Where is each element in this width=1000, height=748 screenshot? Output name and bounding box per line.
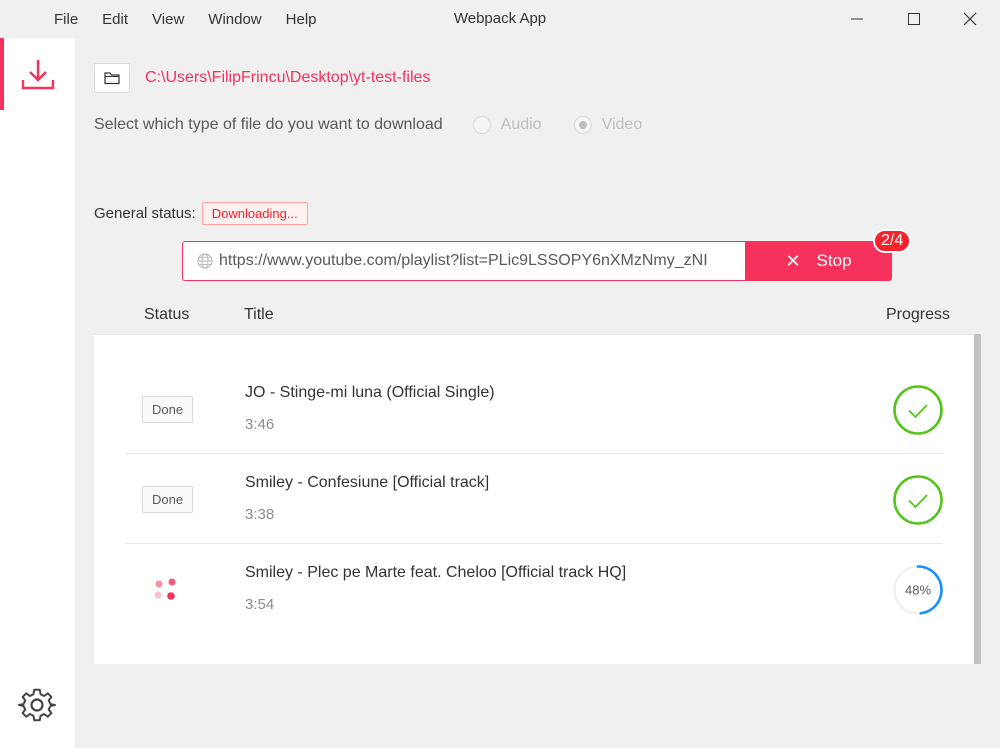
download-count-badge: 2/4 — [873, 229, 912, 253]
filetype-prompt: Select which type of file do you want to… — [94, 116, 443, 133]
track-title: JO - Stinge-mi luna (Official Single) — [245, 384, 495, 401]
stop-button-label: Stop — [816, 251, 852, 270]
general-status-label: General status: — [94, 205, 196, 222]
menu-file[interactable]: File — [54, 11, 78, 28]
sidebar-item-download[interactable] — [18, 56, 58, 96]
list-item: Done Smiley - Confesiune [Official track… — [125, 454, 943, 544]
title-bar: File Edit View Window Help Webpack App — [0, 0, 1000, 38]
download-icon — [21, 60, 55, 90]
table-header: Status Title Progress — [94, 296, 984, 334]
column-status: Status — [144, 306, 190, 323]
column-progress: Progress — [886, 306, 951, 323]
radio-audio[interactable]: Audio — [472, 116, 542, 134]
progress-percent: 48% — [905, 583, 931, 598]
radio-video-label: Video — [601, 116, 643, 133]
track-duration: 3:54 — [245, 596, 275, 613]
filetype-selector: Select which type of file do you want to… — [94, 116, 642, 134]
stop-button[interactable]: ✕ Stop — [745, 241, 892, 281]
list-item: Smiley - Plec pe Marte feat. Cheloo [Off… — [125, 544, 943, 634]
url-input-value[interactable]: https://www.youtube.com/playlist?list=PL… — [219, 252, 734, 270]
menu-help[interactable]: Help — [286, 11, 317, 28]
status-badge: Downloading... — [201, 202, 308, 225]
globe-icon — [197, 253, 213, 269]
sidebar-item-settings[interactable] — [17, 685, 57, 725]
folder-icon — [104, 72, 120, 85]
menu-window[interactable]: Window — [208, 11, 261, 28]
download-path[interactable]: C:\Users\FilipFrincu\Desktop\yt-test-fil… — [145, 69, 430, 87]
minimize-icon — [851, 18, 863, 20]
menu-view[interactable]: View — [152, 11, 184, 28]
scrollbar[interactable] — [974, 334, 981, 664]
check-circle-icon — [893, 385, 943, 435]
menu-bar: File Edit View Window Help — [42, 0, 329, 38]
status-done-tag: Done — [142, 486, 194, 513]
main-panel: C:\Users\FilipFrincu\Desktop\yt-test-fil… — [75, 38, 1000, 748]
sidebar-active-indicator — [0, 38, 4, 110]
radio-video[interactable]: Video — [573, 116, 643, 134]
track-duration: 3:38 — [245, 506, 275, 523]
choose-folder-button[interactable] — [94, 63, 130, 93]
minimize-button[interactable] — [832, 0, 882, 38]
general-status: General status: Downloading... — [94, 202, 308, 225]
track-duration: 3:46 — [245, 416, 275, 433]
maximize-icon — [908, 13, 920, 25]
status-done-tag: Done — [142, 396, 194, 423]
loading-spinner-icon — [154, 578, 176, 600]
close-x-icon: ✕ — [785, 250, 801, 271]
maximize-button[interactable] — [889, 0, 939, 38]
track-title: Smiley - Confesiune [Official track] — [245, 474, 490, 491]
progress-circle: 48% — [893, 565, 943, 615]
column-title: Title — [244, 306, 274, 323]
track-title: Smiley - Plec pe Marte feat. Cheloo [Off… — [245, 564, 627, 581]
radio-audio-label: Audio — [500, 116, 542, 133]
close-icon — [963, 12, 977, 26]
radio-video-circle[interactable] — [573, 116, 592, 134]
list-item: Done JO - Stinge-mi luna (Official Singl… — [125, 364, 943, 454]
check-circle-icon — [893, 475, 943, 525]
download-list: Done JO - Stinge-mi luna (Official Singl… — [94, 334, 981, 664]
gear-icon — [18, 688, 56, 722]
sidebar — [0, 38, 75, 748]
url-input[interactable]: https://www.youtube.com/playlist?list=PL… — [182, 241, 746, 281]
menu-edit[interactable]: Edit — [102, 11, 128, 28]
close-button[interactable] — [945, 0, 995, 38]
radio-audio-circle[interactable] — [472, 116, 491, 134]
